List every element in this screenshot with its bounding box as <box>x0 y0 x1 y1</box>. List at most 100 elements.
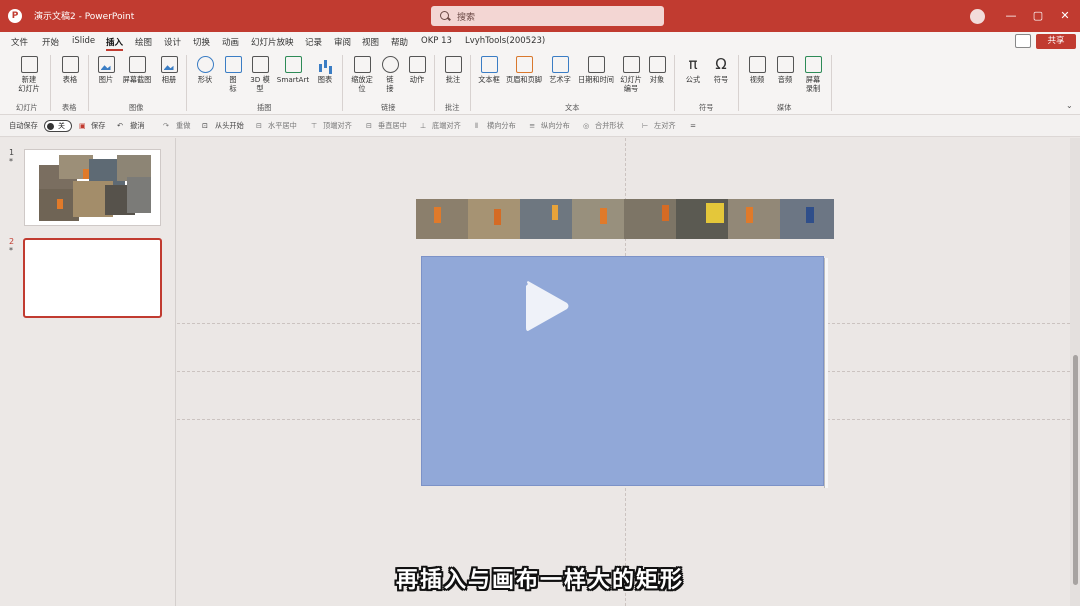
align-left-button[interactable]: 左对齐 <box>654 121 676 131</box>
save-button[interactable]: 保存 <box>91 121 105 131</box>
chart-label: 图表 <box>317 75 333 84</box>
distribute-horizontal-button[interactable]: 横向分布 <box>487 121 516 131</box>
menu-bar: 文件 开始 iSlide 插入 绘图 设计 切换 动画 幻灯片放映 记录 审阅 … <box>0 32 1080 51</box>
header-footer-button[interactable]: 页眉和页脚 <box>504 56 544 84</box>
undo-icon: ↶ <box>117 121 124 130</box>
strip-photo <box>728 199 780 239</box>
autosave-toggle[interactable]: 关 <box>44 120 72 132</box>
tab-transitions[interactable]: 切换 <box>193 36 210 48</box>
action-button[interactable]: 动作 <box>406 56 428 84</box>
symbol-button[interactable]: Ω 符号 <box>710 56 732 84</box>
collapse-ribbon-icon[interactable]: ⌄ <box>1066 101 1073 110</box>
undo-button[interactable]: 撤消 <box>130 121 144 131</box>
album-label: 相册 <box>161 75 177 84</box>
tab-design[interactable]: 设计 <box>164 36 181 48</box>
tab-help[interactable]: 帮助 <box>391 36 408 48</box>
strip-photo <box>706 203 724 223</box>
thumbnail-photo-collage <box>39 155 151 221</box>
avatar[interactable] <box>970 9 985 24</box>
from-start-button[interactable]: 从头开始 <box>215 121 244 131</box>
photo-strip[interactable] <box>416 199 834 239</box>
link-button[interactable]: 链 接 <box>380 56 400 93</box>
align-left-icon: ⊢ <box>642 121 649 130</box>
tab-lvyhtools[interactable]: LvyhTools(200523) <box>465 36 545 46</box>
redo-icon: ↷ <box>163 121 170 130</box>
customize-toolbar-icon[interactable]: = <box>690 121 696 130</box>
group-label-illustrations: 插图 <box>257 103 272 112</box>
speaker-icon <box>776 56 794 73</box>
smartart-button[interactable]: SmartArt <box>276 56 310 84</box>
tab-slideshow[interactable]: 幻灯片放映 <box>251 36 294 48</box>
datetime-button[interactable]: 日期和时间 <box>576 56 616 84</box>
redo-button[interactable]: 重做 <box>176 121 190 131</box>
object-button[interactable]: 对象 <box>646 56 668 84</box>
zoom-button[interactable]: 缩放定 位 <box>348 56 376 93</box>
strip-photo <box>600 208 607 224</box>
maximize-button[interactable]: ▢ <box>1027 6 1049 26</box>
comment-label: 批注 <box>445 75 461 84</box>
table-icon <box>61 56 79 73</box>
group-label-media: 媒体 <box>777 103 792 112</box>
align-middle-button[interactable]: 垂直居中 <box>378 121 407 131</box>
title-bar: P 演示文稿2 - PowerPoint 搜索 — ▢ ✕ <box>0 0 1080 32</box>
shapes-button[interactable]: 形状 <box>194 56 216 84</box>
equation-label: 公式 <box>685 75 701 84</box>
video-button[interactable]: 视频 <box>746 56 768 84</box>
album-button[interactable]: 相册 <box>158 56 180 84</box>
new-slide-button[interactable]: 新建 幻灯片 <box>12 56 46 93</box>
tab-islide[interactable]: iSlide <box>72 36 95 46</box>
icons-button[interactable]: 图 标 <box>222 56 244 93</box>
slide-thumbnail-1[interactable] <box>24 149 161 226</box>
table-button[interactable]: 表格 <box>58 56 82 84</box>
tab-review[interactable]: 审阅 <box>334 36 351 48</box>
share-button[interactable]: 共享 <box>1036 34 1076 49</box>
tab-view[interactable]: 视图 <box>362 36 379 48</box>
search-box[interactable]: 搜索 <box>431 6 664 26</box>
align-horizontal-center-button[interactable]: 水平居中 <box>268 121 297 131</box>
comments-button[interactable] <box>1015 34 1031 48</box>
minimize-button[interactable]: — <box>1000 6 1022 26</box>
wordart-icon <box>551 56 569 73</box>
distribute-vertical-button[interactable]: 纵向分布 <box>541 121 570 131</box>
screenshot-button[interactable]: 屏幕截图 <box>120 56 154 84</box>
chart-button[interactable]: 图表 <box>314 56 336 84</box>
slide-number-button[interactable]: 幻灯片 编号 <box>618 56 644 93</box>
comment-button[interactable]: 批注 <box>442 56 464 84</box>
slide-number-icon <box>622 56 640 73</box>
tab-home[interactable]: 开始 <box>42 36 59 48</box>
slide-thumbnail-2[interactable] <box>23 238 162 318</box>
textbox-button[interactable]: 文本框 <box>476 56 502 84</box>
document-title: 演示文稿2 - PowerPoint <box>34 12 135 22</box>
audio-label: 音频 <box>777 75 793 84</box>
wordart-button[interactable]: 艺术字 <box>546 56 574 84</box>
tab-animations[interactable]: 动画 <box>222 36 239 48</box>
close-button[interactable]: ✕ <box>1054 6 1076 26</box>
ribbon: 新建 幻灯片 表格 图片 屏幕截图 相册 形状 图 标 3D 模 型 Smart… <box>0 51 1080 115</box>
slide-1-star: * <box>9 157 13 166</box>
picture-button[interactable]: 图片 <box>94 56 118 84</box>
strip-photo <box>552 205 558 220</box>
group-label-symbols: 符号 <box>699 103 714 112</box>
tab-okp[interactable]: OKP 13 <box>421 36 452 46</box>
distribute-horizontal-icon: ⫴ <box>475 121 479 130</box>
3d-models-button[interactable]: 3D 模 型 <box>248 56 272 93</box>
tab-file[interactable]: 文件 <box>11 36 28 48</box>
align-center-icon: ⊟ <box>256 121 263 130</box>
group-label-images: 图像 <box>129 103 144 112</box>
align-top-button[interactable]: 顶端对齐 <box>323 121 352 131</box>
icons-icon <box>224 56 242 73</box>
rectangle-shape[interactable] <box>421 256 824 486</box>
audio-button[interactable]: 音频 <box>774 56 796 84</box>
group-divider <box>88 55 89 111</box>
screen-record-button[interactable]: 屏幕 录制 <box>801 56 825 93</box>
smartart-label: SmartArt <box>276 75 310 84</box>
tab-draw[interactable]: 绘图 <box>135 36 152 48</box>
tab-insert[interactable]: 插入 <box>106 36 124 51</box>
equation-button[interactable]: π 公式 <box>682 56 704 84</box>
object-icon <box>648 56 666 73</box>
scrollbar-thumb[interactable] <box>1073 355 1078 585</box>
merge-shapes-button[interactable]: 合并形状 <box>595 121 624 131</box>
comment-icon <box>444 56 462 73</box>
tab-record[interactable]: 记录 <box>305 36 322 48</box>
align-bottom-button[interactable]: 底端对齐 <box>432 121 461 131</box>
